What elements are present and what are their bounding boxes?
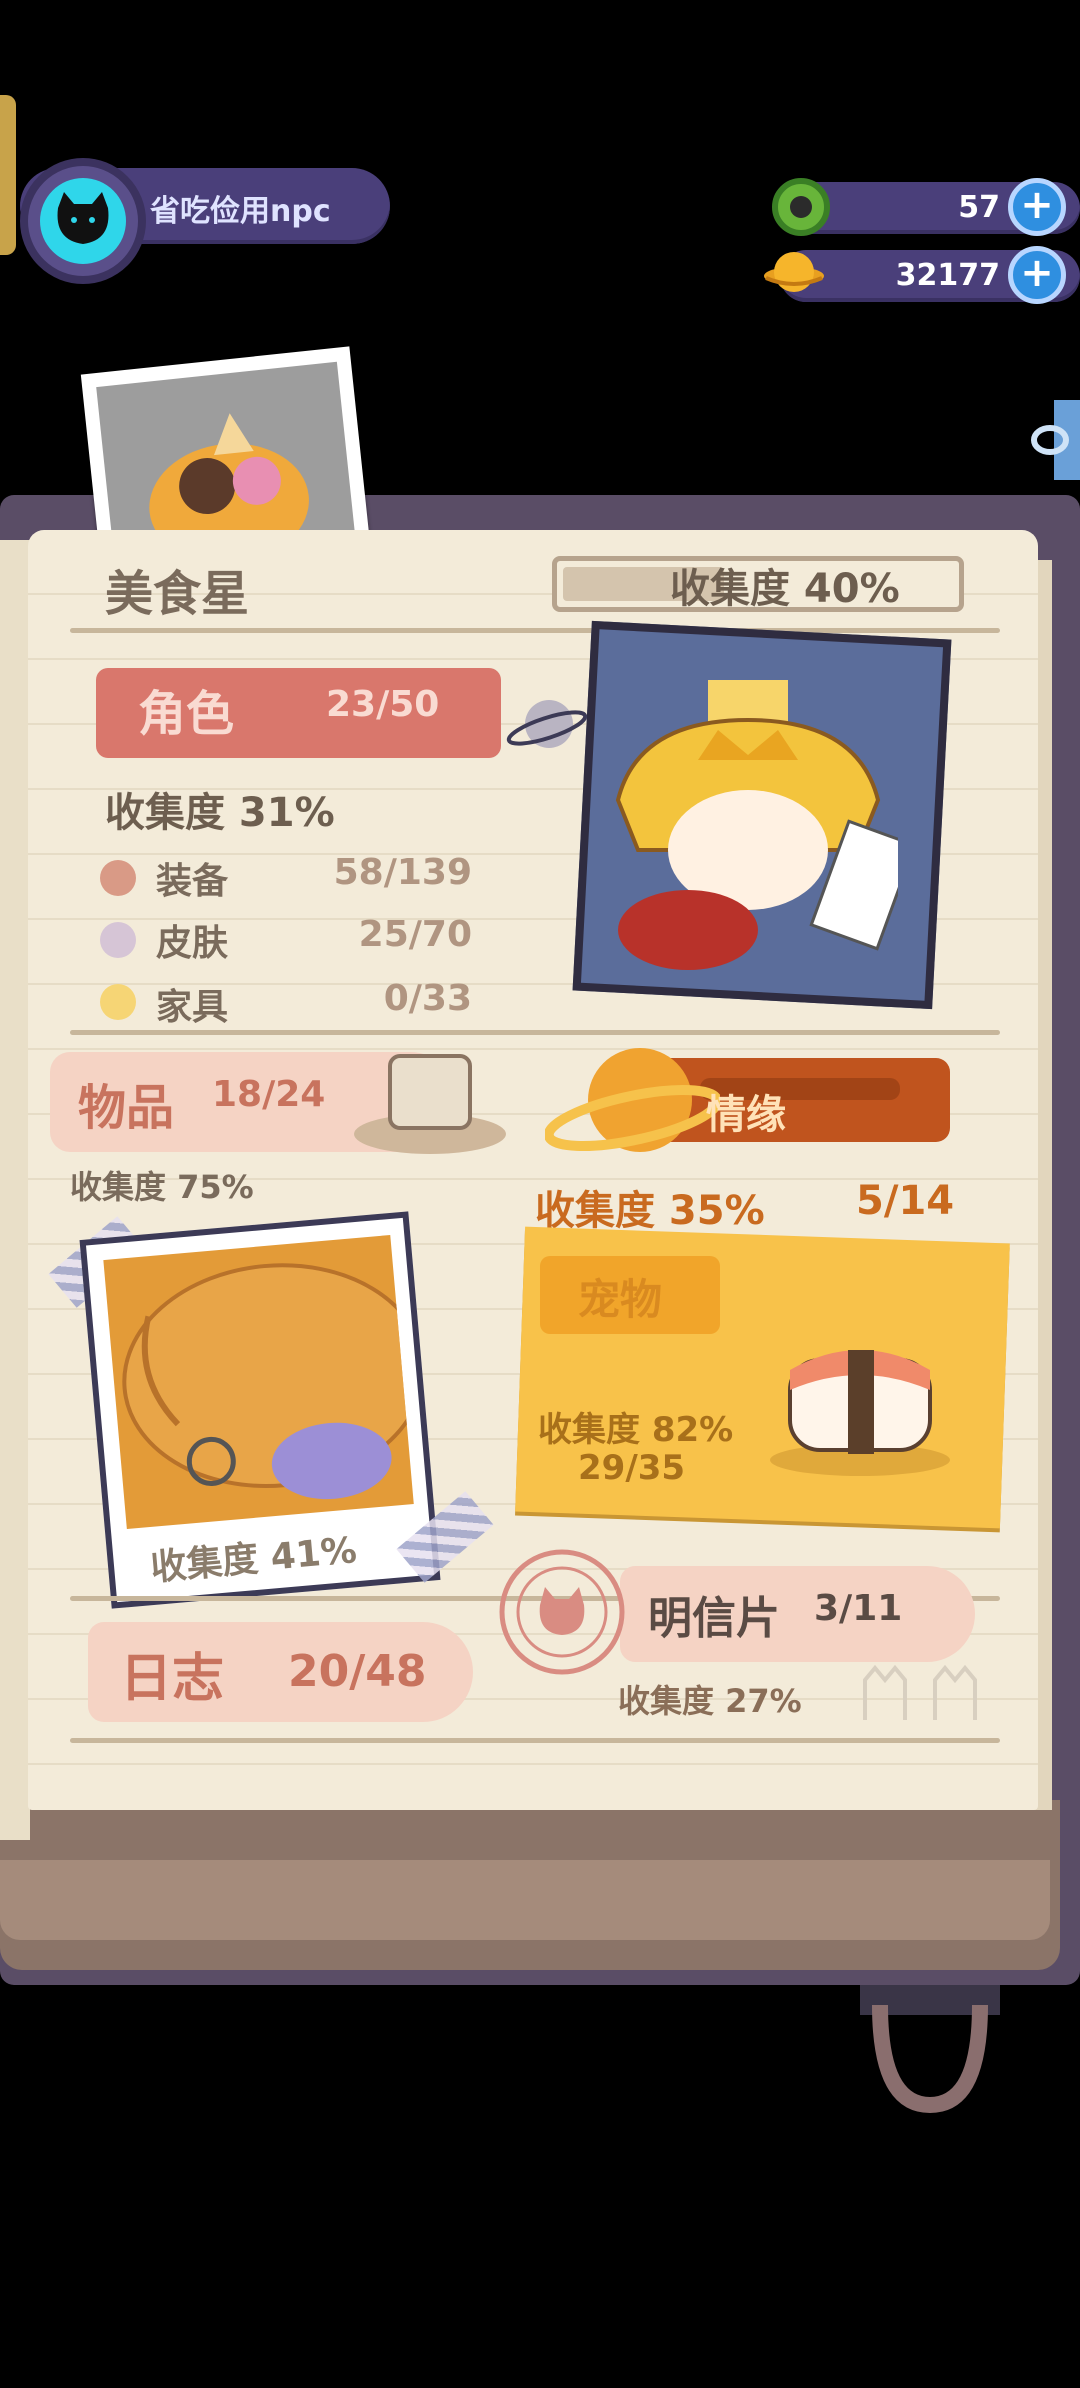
planet-coin-icon — [764, 252, 824, 292]
furniture-dot — [100, 984, 136, 1020]
player-name: 省吃俭用npc — [150, 194, 331, 229]
divider — [70, 1030, 1000, 1035]
saturn-icon — [506, 700, 587, 748]
equipment-dot — [100, 860, 136, 896]
furniture-label: 家具 — [156, 987, 229, 1028]
pets-count: 29/35 — [578, 1448, 686, 1488]
cat-avatar-icon — [40, 178, 126, 264]
pets-collection: 收集度 82% — [538, 1410, 734, 1450]
ice-cream-character-icon — [149, 413, 309, 565]
book-strap-ring-icon — [860, 1985, 1000, 2114]
divider — [70, 628, 1000, 633]
equipment-count: 58/139 — [333, 852, 472, 893]
items-collection: 收集度 75% — [70, 1168, 254, 1206]
pets-label: 宠物 — [578, 1275, 663, 1324]
add-donut-button[interactable]: + — [1008, 178, 1066, 236]
bond-count: 5/14 — [856, 1178, 955, 1224]
postcards-label: 明信片 — [648, 1593, 780, 1644]
skin-dot — [100, 922, 136, 958]
hat-icon — [354, 1054, 506, 1154]
cat-doodle-icon — [863, 1664, 977, 1720]
page-title: 美食星 — [105, 566, 250, 622]
bond-label: 情缘 — [706, 1092, 786, 1138]
character-count: 23/50 — [326, 684, 440, 725]
page-left-edge — [0, 540, 30, 1840]
coin-count: 32177 — [895, 258, 1000, 293]
overall-collection-label: 收集度 40% — [670, 566, 900, 612]
book-spine-bottom-edge — [0, 1860, 1050, 1940]
divider — [70, 1738, 1000, 1743]
clip-icon[interactable] — [1030, 400, 1080, 480]
furniture-count: 0/33 — [383, 978, 472, 1019]
skin-label: 皮肤 — [156, 923, 229, 964]
equipment-label: 装备 — [156, 861, 229, 902]
left-edge-tab[interactable] — [0, 95, 16, 255]
donut-count: 57 — [958, 190, 1000, 225]
postcards-collection: 收集度 27% — [618, 1682, 802, 1720]
crowned-character-icon — [615, 680, 898, 970]
add-coin-button[interactable]: + — [1008, 246, 1066, 304]
items-count: 18/24 — [212, 1074, 326, 1115]
orange-planet-icon — [545, 1048, 720, 1152]
skin-count: 25/70 — [358, 914, 472, 955]
character-collection: 收集度 31% — [105, 790, 335, 836]
character-label: 角色 — [138, 686, 235, 742]
postcards-count: 3/11 — [814, 1588, 903, 1629]
sushi-pet-icon — [770, 1350, 950, 1476]
diary-count: 20/48 — [288, 1646, 427, 1697]
taiyaki-icon — [122, 1263, 426, 1500]
items-label: 物品 — [78, 1080, 175, 1136]
cat-stamp-icon — [499, 1549, 625, 1675]
diary-label: 日志 — [120, 1649, 225, 1709]
